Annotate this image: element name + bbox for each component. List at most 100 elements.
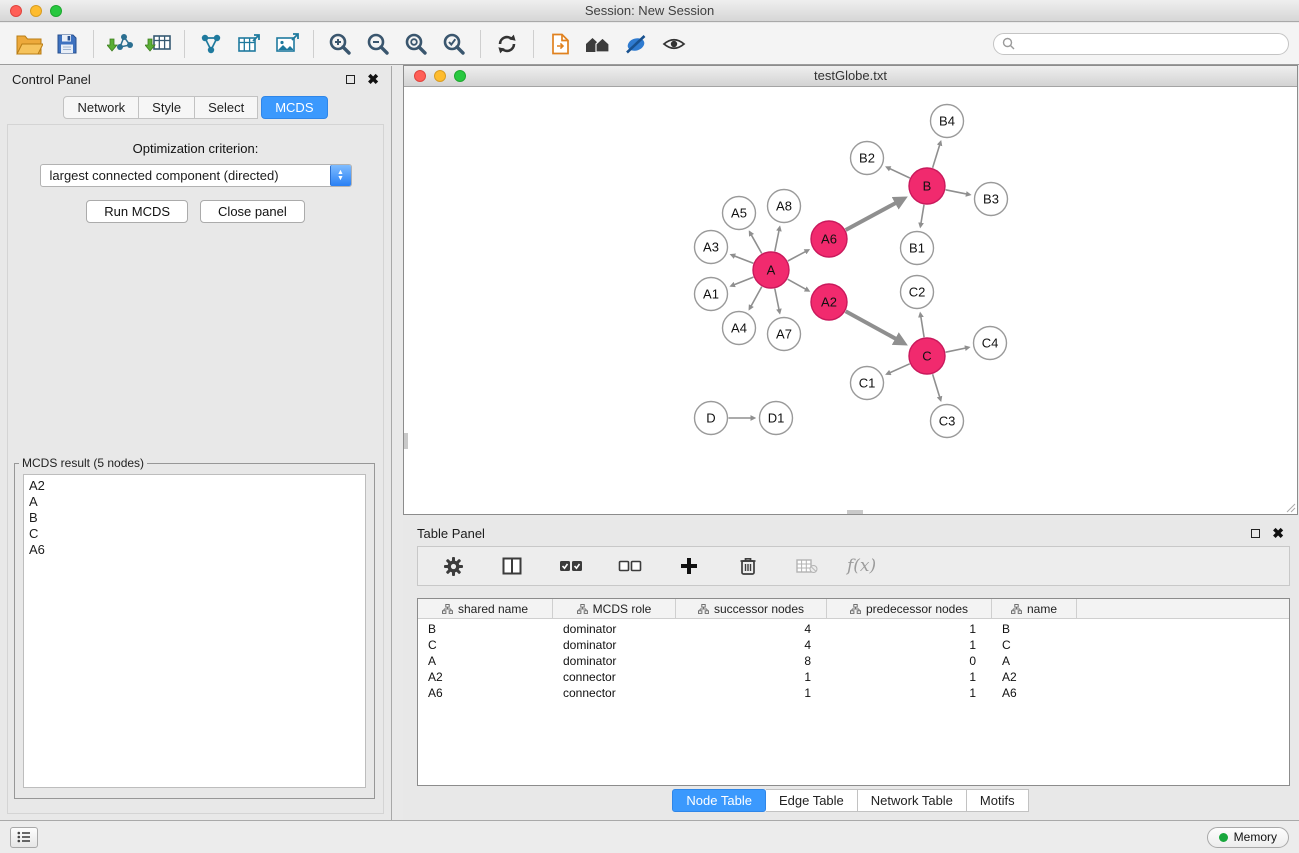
- node-D1[interactable]: D1: [760, 402, 793, 435]
- close-panel-icon[interactable]: ✖: [367, 72, 379, 86]
- export-image-button[interactable]: [268, 27, 306, 61]
- hide-details-button[interactable]: [617, 27, 655, 61]
- zoom-window-button[interactable]: [50, 5, 62, 17]
- node-A5[interactable]: A5: [723, 197, 756, 230]
- node-B3[interactable]: B3: [975, 183, 1008, 216]
- open-report-button[interactable]: [541, 27, 579, 61]
- edge-A6-B[interactable]: [846, 199, 904, 231]
- zoom-out-button[interactable]: [359, 27, 397, 61]
- close-table-panel-icon[interactable]: ✖: [1272, 526, 1284, 540]
- memory-button[interactable]: Memory: [1207, 827, 1289, 848]
- edge-B-B3[interactable]: [946, 190, 970, 195]
- run-mcds-button[interactable]: Run MCDS: [86, 200, 188, 223]
- node-C3[interactable]: C3: [931, 405, 964, 438]
- mcds-result-item[interactable]: A: [29, 494, 360, 510]
- tab-network[interactable]: Network: [63, 96, 139, 119]
- node-A2[interactable]: A2: [811, 284, 847, 320]
- minimize-window-button[interactable]: [30, 5, 42, 17]
- close-panel-button[interactable]: Close panel: [200, 200, 305, 223]
- select-all-button[interactable]: [552, 549, 590, 583]
- node-A6[interactable]: A6: [811, 221, 847, 257]
- network-graph[interactable]: B4B2BB3A5A8A6A3B1AC2A1A2A4A7C4CC1C3DD1: [404, 88, 1297, 514]
- table-row[interactable]: Adominator80A: [418, 653, 1289, 669]
- node-A4[interactable]: A4: [723, 312, 756, 345]
- column-header-predecessor-nodes[interactable]: predecessor nodes: [827, 599, 992, 618]
- edge-C-C4[interactable]: [946, 347, 969, 352]
- edge-B-B1[interactable]: [920, 205, 924, 227]
- criterion-dropdown[interactable]: largest connected component (directed) ▲…: [40, 164, 352, 187]
- node-A3[interactable]: A3: [695, 231, 728, 264]
- float-table-panel-icon[interactable]: [1251, 529, 1260, 538]
- deselect-all-button[interactable]: [611, 549, 649, 583]
- column-header-successor-nodes[interactable]: successor nodes: [676, 599, 827, 618]
- mcds-result-item[interactable]: C: [29, 526, 360, 542]
- edge-A-A4[interactable]: [749, 287, 761, 310]
- column-header-shared-name[interactable]: shared name: [418, 599, 553, 618]
- zoom-fit-button[interactable]: [397, 27, 435, 61]
- node-C2[interactable]: C2: [901, 276, 934, 309]
- edge-B-B2[interactable]: [887, 167, 910, 178]
- edge-A-A8[interactable]: [775, 227, 780, 251]
- node-D[interactable]: D: [695, 402, 728, 435]
- edge-C-C1[interactable]: [887, 364, 910, 374]
- node-C1[interactable]: C1: [851, 367, 884, 400]
- table-row[interactable]: A6connector11A6: [418, 685, 1289, 701]
- tab-mcds[interactable]: MCDS: [261, 96, 327, 119]
- edge-A-A5[interactable]: [750, 232, 762, 254]
- zoom-network-window-button[interactable]: [454, 70, 466, 82]
- tab-select[interactable]: Select: [195, 96, 258, 119]
- tab-motifs[interactable]: Motifs: [967, 789, 1029, 812]
- scrollbar-stub[interactable]: [404, 433, 408, 449]
- resize-grip-icon[interactable]: [1284, 501, 1296, 513]
- open-session-button[interactable]: [10, 27, 48, 61]
- new-table-button[interactable]: [230, 27, 268, 61]
- show-details-button[interactable]: [655, 27, 693, 61]
- mcds-result-item[interactable]: B: [29, 510, 360, 526]
- edge-C-C3[interactable]: [933, 374, 941, 400]
- edge-B-B4[interactable]: [933, 142, 941, 168]
- edge-A2-C[interactable]: [846, 311, 905, 343]
- tab-edge-table[interactable]: Edge Table: [766, 789, 858, 812]
- column-header-name[interactable]: name: [992, 599, 1077, 618]
- node-A7[interactable]: A7: [768, 318, 801, 351]
- node-B4[interactable]: B4: [931, 105, 964, 138]
- zoom-selected-button[interactable]: [435, 27, 473, 61]
- tab-node-table[interactable]: Node Table: [672, 789, 766, 812]
- refresh-layout-button[interactable]: [488, 27, 526, 61]
- mcds-result-item[interactable]: A2: [29, 478, 360, 494]
- node-B2[interactable]: B2: [851, 142, 884, 175]
- column-header-MCDS-role[interactable]: MCDS role: [553, 599, 676, 618]
- save-session-button[interactable]: [48, 27, 86, 61]
- network-canvas[interactable]: B4B2BB3A5A8A6A3B1AC2A1A2A4A7C4CC1C3DD1: [404, 88, 1297, 514]
- node-A1[interactable]: A1: [695, 278, 728, 311]
- close-window-button[interactable]: [10, 5, 22, 17]
- node-A[interactable]: A: [753, 252, 789, 288]
- edge-A-A3[interactable]: [731, 255, 753, 264]
- edge-A-A2[interactable]: [788, 279, 809, 291]
- table-settings-button[interactable]: [434, 549, 472, 583]
- zoom-in-button[interactable]: [321, 27, 359, 61]
- mcds-result-item[interactable]: A6: [29, 542, 360, 558]
- close-network-window-button[interactable]: [414, 70, 426, 82]
- minimize-network-window-button[interactable]: [434, 70, 446, 82]
- task-history-button[interactable]: [10, 827, 38, 848]
- edge-C-C2[interactable]: [920, 313, 924, 337]
- import-table-button[interactable]: [139, 27, 177, 61]
- mcds-result-list[interactable]: A2ABCA6: [23, 474, 366, 788]
- tab-network-table[interactable]: Network Table: [858, 789, 967, 812]
- node-B[interactable]: B: [909, 168, 945, 204]
- edge-A-A1[interactable]: [731, 277, 753, 286]
- toolbar-search[interactable]: [993, 33, 1289, 55]
- tab-style[interactable]: Style: [139, 96, 195, 119]
- edge-A-A7[interactable]: [775, 289, 780, 313]
- import-network-button[interactable]: [101, 27, 139, 61]
- table-row[interactable]: Cdominator41C: [418, 637, 1289, 653]
- delete-column-button[interactable]: [729, 549, 767, 583]
- float-panel-icon[interactable]: [346, 75, 355, 84]
- search-input[interactable]: [1020, 37, 1280, 51]
- home-view-button[interactable]: [579, 27, 617, 61]
- edge-A-A6[interactable]: [788, 250, 809, 261]
- show-columns-button[interactable]: [493, 549, 531, 583]
- table-row[interactable]: A2connector11A2: [418, 669, 1289, 685]
- table-row[interactable]: Bdominator41B: [418, 621, 1289, 637]
